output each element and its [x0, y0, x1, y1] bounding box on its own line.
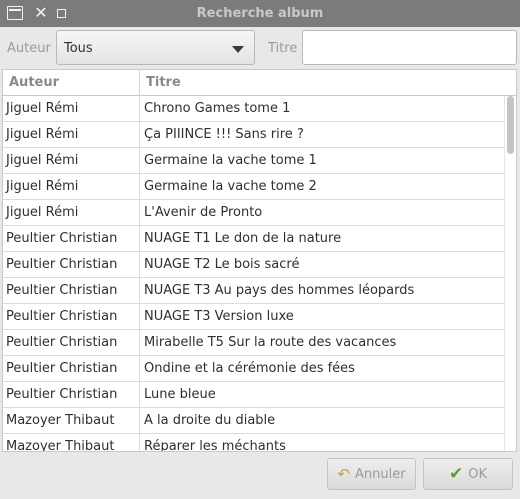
vertical-scrollbar[interactable]	[504, 96, 516, 451]
button-bar: ↶ Annuler ✔ OK	[0, 452, 520, 499]
table-row[interactable]: Peultier Christian NUAGE T2 Le bois sacré	[3, 252, 506, 278]
cell-titre: Réparer les méchants	[144, 439, 286, 452]
cell-auteur: Mazoyer Thibaut	[3, 408, 140, 433]
window-titlebar: ✕ Recherche album	[0, 0, 520, 27]
check-icon: ✔	[448, 463, 464, 484]
album-table: Auteur Titre Jiguel Rémi Chrono Games tom…	[2, 69, 517, 452]
table-row[interactable]: Mazoyer Thibaut A la droite du diable	[3, 408, 506, 434]
cell-titre: Chrono Games tome 1	[144, 101, 291, 116]
table-row[interactable]: Peultier Christian Ondine et la cérémonie…	[3, 356, 506, 382]
table-row[interactable]: Peultier Christian NUAGE T3 Version luxe	[3, 304, 506, 330]
cell-auteur: Peultier Christian	[3, 252, 140, 277]
filter-bar: Auteur Tous Titre	[0, 27, 520, 69]
cell-auteur: Peultier Christian	[3, 278, 140, 303]
cell-auteur: Jiguel Rémi	[3, 122, 140, 147]
cell-titre: L'Avenir de Pronto	[144, 205, 263, 220]
undo-icon: ↶	[337, 464, 350, 483]
chevron-down-icon	[232, 46, 244, 53]
cancel-button[interactable]: ↶ Annuler	[327, 458, 416, 490]
scrollbar-thumb[interactable]	[507, 96, 514, 154]
table-header: Auteur Titre	[3, 70, 516, 96]
titre-label: Titre	[268, 41, 298, 56]
cell-auteur: Jiguel Rémi	[3, 148, 140, 173]
cell-titre: A la droite du diable	[144, 413, 276, 428]
table-row[interactable]: Jiguel Rémi Chrono Games tome 1	[3, 96, 506, 122]
cancel-button-label: Annuler	[355, 466, 406, 482]
column-header-auteur[interactable]: Auteur	[3, 70, 140, 96]
auteur-selected-value: Tous	[64, 41, 93, 56]
cell-titre: Lune bleue	[144, 387, 216, 402]
ok-button[interactable]: ✔ OK	[423, 458, 513, 490]
titre-input[interactable]	[302, 30, 517, 65]
cell-titre: NUAGE T3 Au pays des hommes léopards	[144, 283, 415, 298]
cell-titre: Germaine la vache tome 2	[144, 179, 317, 194]
ok-button-label: OK	[468, 466, 487, 482]
cell-titre: NUAGE T1 Le don de la nature	[144, 231, 342, 246]
cell-titre: Germaine la vache tome 1	[144, 153, 317, 168]
cell-auteur: Peultier Christian	[3, 356, 140, 381]
cell-titre: NUAGE T3 Version luxe	[144, 309, 294, 324]
cell-titre: Ça PIIINCE !!! Sans rire ?	[144, 127, 304, 142]
table-row[interactable]: Peultier Christian NUAGE T1 Le don de la …	[3, 226, 506, 252]
auteur-combobox[interactable]: Tous	[56, 30, 255, 65]
table-row[interactable]: Jiguel Rémi L'Avenir de Pronto	[3, 200, 506, 226]
cell-titre: Ondine et la cérémonie des fées	[144, 361, 355, 376]
column-header-titre[interactable]: Titre	[140, 70, 507, 96]
cell-auteur: Jiguel Rémi	[3, 96, 140, 121]
cell-auteur: Peultier Christian	[3, 226, 140, 251]
cell-titre: NUAGE T2 Le bois sacré	[144, 257, 300, 272]
table-body: Jiguel Rémi Chrono Games tome 1 Jiguel Rém…	[3, 96, 506, 452]
table-row[interactable]: Mazoyer Thibaut Réparer les méchants	[3, 434, 506, 452]
cell-auteur: Jiguel Rémi	[3, 200, 140, 225]
table-row[interactable]: Peultier Christian Lune bleue	[3, 382, 506, 408]
cell-titre: Mirabelle T5 Sur la route des vacances	[144, 335, 397, 350]
cell-auteur: Peultier Christian	[3, 382, 140, 407]
cell-auteur: Mazoyer Thibaut	[3, 434, 140, 451]
table-row[interactable]: Jiguel Rémi Germaine la vache tome 2	[3, 174, 506, 200]
cell-auteur: Peultier Christian	[3, 304, 140, 329]
cell-auteur: Peultier Christian	[3, 330, 140, 355]
table-row[interactable]: Jiguel Rémi Germaine la vache tome 1	[3, 148, 506, 174]
table-row[interactable]: Peultier Christian Mirabelle T5 Sur la ro…	[3, 330, 506, 356]
table-row[interactable]: Jiguel Rémi Ça PIIINCE !!! Sans rire ?	[3, 122, 506, 148]
table-row[interactable]: Peultier Christian NUAGE T3 Au pays des h…	[3, 278, 506, 304]
auteur-label: Auteur	[7, 41, 51, 56]
window-title: Recherche album	[196, 6, 324, 21]
cell-auteur: Jiguel Rémi	[3, 174, 140, 199]
